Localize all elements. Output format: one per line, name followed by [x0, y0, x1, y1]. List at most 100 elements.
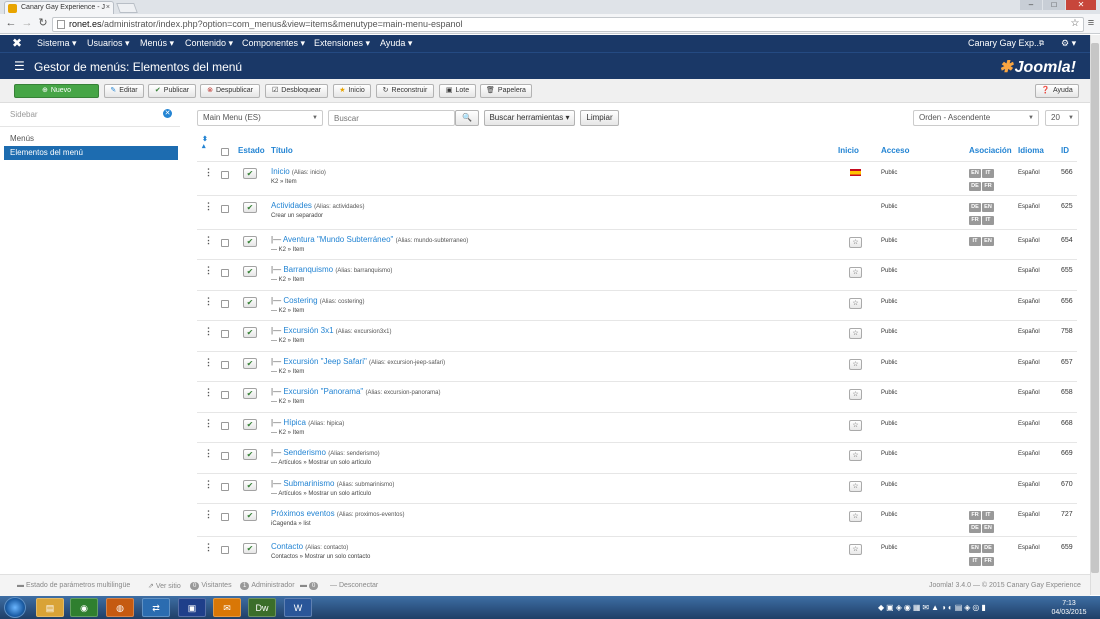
item-title-link[interactable]: Inicio	[271, 167, 290, 176]
association-badge[interactable]: IT	[969, 557, 981, 566]
col-association[interactable]: Asociación	[969, 146, 1012, 155]
new-tab-button[interactable]	[116, 3, 138, 13]
taskbar-app-network[interactable]: ⇄	[142, 598, 170, 617]
association-badge[interactable]: IT	[982, 511, 994, 520]
view-site-link[interactable]: ⇗ Ver sitio	[148, 582, 181, 590]
row-checkbox[interactable]	[221, 330, 229, 338]
item-title-link[interactable]: Excursión "Panorama"	[283, 387, 363, 396]
drag-handle-icon[interactable]: ⋮	[204, 236, 213, 245]
messages-status[interactable]: ▬ 0	[300, 582, 320, 590]
edit-button[interactable]: ✎ Editar	[104, 84, 144, 98]
help-button[interactable]: ❓ Ayuda	[1035, 84, 1079, 98]
order-select[interactable]: Orden - Ascendente ▼	[913, 110, 1039, 126]
association-badge[interactable]: EN	[969, 169, 981, 178]
search-tools-button[interactable]: Buscar herramientas ▾	[484, 110, 575, 126]
row-checkbox[interactable]	[221, 452, 229, 460]
home-star-icon[interactable]: ☆	[849, 328, 862, 339]
tab-close-icon[interactable]: ×	[106, 2, 110, 14]
minimize-button[interactable]: –	[1020, 0, 1042, 10]
chrome-menu-icon[interactable]: ≡	[1084, 17, 1098, 31]
item-title-link[interactable]: Submarinismo	[283, 479, 334, 488]
drag-handle-icon[interactable]: ⋮	[204, 388, 213, 397]
row-checkbox[interactable]	[221, 239, 229, 247]
multilang-status-link[interactable]: ▬ Estado de parámetros multilingüe	[17, 582, 130, 589]
row-checkbox[interactable]	[221, 205, 229, 213]
home-star-icon[interactable]: ☆	[849, 544, 862, 555]
association-badge[interactable]: EN	[969, 544, 981, 553]
taskbar-clock[interactable]: 7:13 04/03/2015	[1048, 599, 1090, 617]
nav-ayuda[interactable]: Ayuda ▾	[380, 35, 412, 52]
item-title-link[interactable]: Hípica	[283, 418, 306, 427]
item-title-link[interactable]: Costering	[283, 296, 317, 305]
association-badge[interactable]: EN	[982, 203, 994, 212]
published-status-icon[interactable]: ✔	[243, 358, 257, 369]
nav-sistema[interactable]: Sistema ▾	[37, 35, 77, 52]
drag-handle-icon[interactable]: ⋮	[204, 449, 213, 458]
published-status-icon[interactable]: ✔	[243, 449, 257, 460]
association-badge[interactable]: EN	[982, 237, 994, 246]
taskbar-app-chrome[interactable]: ◉	[70, 598, 98, 617]
col-home[interactable]: Inicio	[838, 146, 859, 155]
search-input[interactable]	[328, 110, 455, 126]
taskbar-app-firefox[interactable]: ◍	[106, 598, 134, 617]
association-badge[interactable]: DE	[969, 182, 981, 191]
sort-ordering-icon[interactable]: ⬍ ▴	[202, 136, 208, 150]
published-status-icon[interactable]: ✔	[243, 388, 257, 399]
drag-handle-icon[interactable]: ⋮	[204, 480, 213, 489]
spain-flag-icon[interactable]	[850, 169, 861, 176]
item-title-link[interactable]: Excursión "Jeep Safari"	[283, 357, 367, 366]
system-tray-icons[interactable]: ◆▣◈◉▦✉▲◑◐▤◈◎▮	[878, 603, 988, 612]
association-badge[interactable]: FR	[969, 511, 981, 520]
drag-handle-icon[interactable]: ⋮	[204, 297, 213, 306]
trash-button[interactable]: 🗑 Papelera	[480, 84, 532, 98]
association-badge[interactable]: FR	[982, 557, 994, 566]
rebuild-button[interactable]: ↻ Reconstruir	[376, 84, 434, 98]
association-badge[interactable]: IT	[982, 216, 994, 225]
sidebar-item-menu-items[interactable]: Elementos del menú	[4, 146, 178, 160]
drag-handle-icon[interactable]: ⋮	[204, 327, 213, 336]
item-title-link[interactable]: Próximos eventos	[271, 509, 335, 518]
row-checkbox[interactable]	[221, 483, 229, 491]
limit-select[interactable]: 20 ▼	[1045, 110, 1079, 126]
home-star-icon[interactable]: ☆	[849, 298, 862, 309]
published-status-icon[interactable]: ✔	[243, 480, 257, 491]
reload-icon[interactable]: ↻	[36, 17, 50, 31]
home-star-icon[interactable]: ☆	[849, 389, 862, 400]
association-badge[interactable]: DE	[969, 524, 981, 533]
drag-handle-icon[interactable]: ⋮	[204, 168, 213, 177]
col-access[interactable]: Acceso	[881, 146, 909, 155]
home-star-icon[interactable]: ☆	[849, 481, 862, 492]
association-badge[interactable]: DE	[982, 544, 994, 553]
published-status-icon[interactable]: ✔	[243, 266, 257, 277]
taskbar-app-explorer[interactable]: ▤	[36, 598, 64, 617]
home-star-icon[interactable]: ☆	[849, 511, 862, 522]
sidebar-item-menus[interactable]: Menús	[10, 134, 34, 143]
home-star-icon[interactable]: ☆	[849, 267, 862, 278]
taskbar-app-outlook[interactable]: ✉	[213, 598, 241, 617]
bookmark-star-icon[interactable]: ☆	[1068, 17, 1082, 31]
joomla-nav-logo-icon[interactable]: ✖	[12, 37, 22, 50]
back-arrow-icon[interactable]: ←	[4, 17, 18, 31]
user-menu-gear-icon[interactable]: ⚙ ▾	[1061, 35, 1076, 52]
row-checkbox[interactable]	[221, 513, 229, 521]
batch-button[interactable]: ▣ Lote	[439, 84, 476, 98]
taskbar-app-word-viewer[interactable]: ▣	[178, 598, 206, 617]
url-field[interactable]: ronet.es/administrator/index.php?option=…	[52, 17, 1084, 32]
close-window-button[interactable]: ✕	[1066, 0, 1096, 10]
taskbar-app-dreamweaver[interactable]: Dw	[248, 598, 276, 617]
home-button[interactable]: ★ Inicio	[333, 84, 371, 98]
published-status-icon[interactable]: ✔	[243, 297, 257, 308]
item-title-link[interactable]: Actividades	[271, 201, 312, 210]
drag-handle-icon[interactable]: ⋮	[204, 202, 213, 211]
search-button[interactable]: 🔍	[455, 110, 479, 126]
taskbar-app-word[interactable]: W	[284, 598, 312, 617]
site-name-link[interactable]: Canary Gay Exp...	[968, 35, 1042, 52]
scrollbar-thumb[interactable]	[1091, 43, 1099, 573]
home-star-icon[interactable]: ☆	[849, 450, 862, 461]
item-title-link[interactable]: Senderismo	[283, 448, 326, 457]
association-badge[interactable]: FR	[969, 216, 981, 225]
new-button[interactable]: ⊕ Nuevo	[14, 84, 99, 98]
association-badge[interactable]: EN	[982, 524, 994, 533]
home-star-icon[interactable]: ☆	[849, 359, 862, 370]
row-checkbox[interactable]	[221, 269, 229, 277]
